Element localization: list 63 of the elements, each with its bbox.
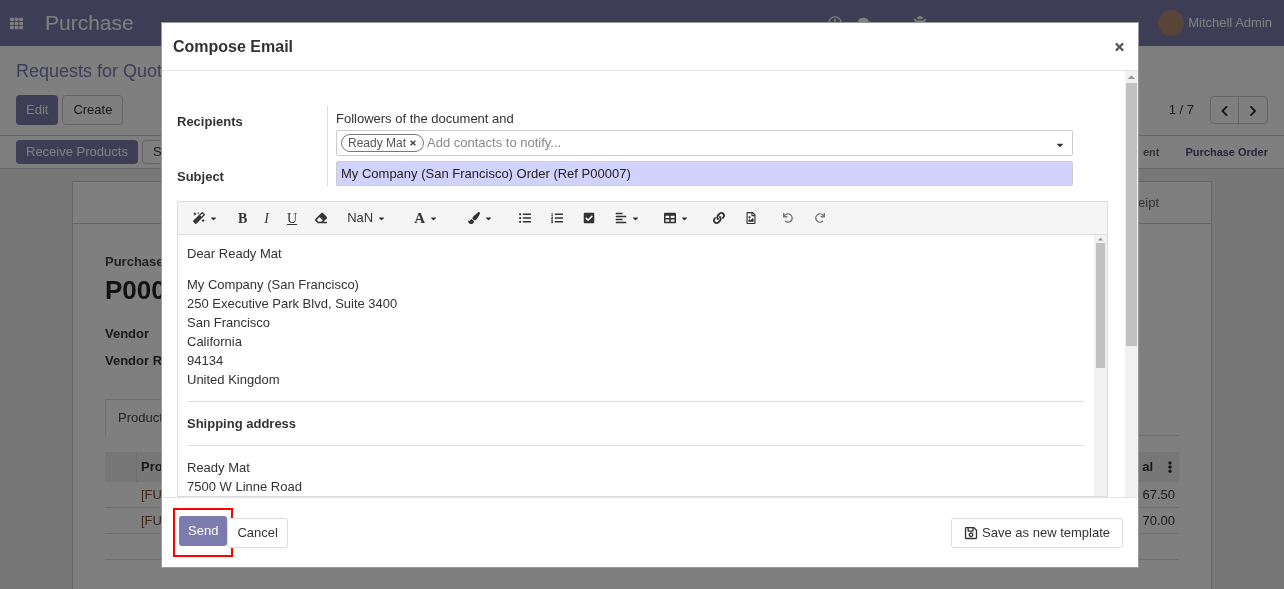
editor-content[interactable]: Dear Ready Mat My Company (San Francisco) 250 Executive Park Blvd, Suite 3400 San Francisco California 94134 United Kingdom Shipping address Ready Mat 7500 W Linne Road <box>178 235 1094 496</box>
field-label: Subject <box>177 167 225 186</box>
font-size-button[interactable]: NaN <box>327 208 387 228</box>
recipients-field[interactable]: Ready Mat Add contacts to notify... <box>336 130 1073 156</box>
recipients-placeholder: Add contacts to notify... <box>427 134 562 153</box>
body-text: My Company (San Francisco) <box>187 276 360 294</box>
align-left-icon <box>615 212 627 224</box>
table-cell-text: 67.50 <box>1142 485 1175 504</box>
dialog-scrollbar[interactable] <box>1125 71 1138 497</box>
table-cell-text: [FU <box>140 511 162 530</box>
status-step[interactable]: Purchase Order <box>1185 143 1284 161</box>
numbered-list-icon[interactable] <box>551 212 563 224</box>
magic-wand-button[interactable] <box>193 212 218 224</box>
body-heading: Shipping address <box>187 415 298 433</box>
redo-icon[interactable] <box>815 213 825 223</box>
field-label: Recipients <box>177 113 244 131</box>
edit-button[interactable]: Edit <box>16 95 59 125</box>
status-step[interactable]: ent <box>1142 143 1160 161</box>
save-template-button[interactable]: Save as new template <box>951 517 1123 548</box>
field-label: Vendor R <box>105 352 163 370</box>
editor-scrollbar[interactable] <box>1094 235 1107 496</box>
body-text: Dear Ready Mat <box>187 245 283 263</box>
action-button[interactable]: Receive Products <box>16 140 138 164</box>
magic-wand-icon <box>193 212 205 224</box>
smart-button[interactable]: eipt <box>1138 192 1159 213</box>
italic-button[interactable]: I <box>247 207 269 229</box>
paintbrush-icon <box>468 212 480 224</box>
followers-text: Followers of the document and <box>336 110 515 128</box>
bullet-list-icon[interactable] <box>519 212 531 224</box>
cancel-button[interactable]: Cancel <box>227 517 288 548</box>
column-header[interactable]: al <box>1142 457 1153 477</box>
body-text: 94134 <box>187 352 225 370</box>
user-name[interactable]: Mitchell Admin <box>1188 13 1272 33</box>
table-icon <box>664 212 676 224</box>
body-text: California <box>187 333 243 351</box>
checklist-icon[interactable] <box>583 212 595 224</box>
bold-button[interactable]: B <box>218 207 248 229</box>
table-cell-text: [FU <box>140 485 162 504</box>
app-name: Purchase <box>45 10 134 37</box>
image-icon[interactable] <box>745 212 757 224</box>
underline-button[interactable]: U <box>269 207 298 229</box>
body-text: United Kingdom <box>187 371 281 389</box>
create-button[interactable]: Create <box>62 95 124 125</box>
dialog-title: Compose Email <box>173 36 294 57</box>
undo-icon[interactable] <box>783 213 793 223</box>
body-text: 250 Executive Park Blvd, Suite 3400 <box>187 295 399 313</box>
body-text: 7500 W Linne Road <box>187 478 303 496</box>
close-icon[interactable] <box>1114 40 1125 53</box>
eraser-icon[interactable] <box>315 212 328 224</box>
table-cell-text: 70.00 <box>1142 511 1175 530</box>
form-label: Purchase <box>105 253 164 271</box>
body-text: Ready Mat <box>187 459 251 477</box>
send-button[interactable]: Send <box>179 516 228 546</box>
column-options-icon[interactable] <box>1165 461 1175 473</box>
remove-icon[interactable] <box>409 139 418 147</box>
font-color-button[interactable]: A <box>386 206 438 230</box>
save-icon <box>964 525 979 540</box>
apps-menu-icon[interactable] <box>10 16 23 30</box>
field-label: Vendor <box>105 324 150 343</box>
body-text: San Francisco <box>187 314 272 332</box>
subject-field[interactable]: My Company (San Francisco) Order (Ref P00007) <box>336 161 1073 186</box>
link-icon[interactable] <box>713 212 725 224</box>
pager-counter: 1 / 7 <box>1168 101 1194 120</box>
